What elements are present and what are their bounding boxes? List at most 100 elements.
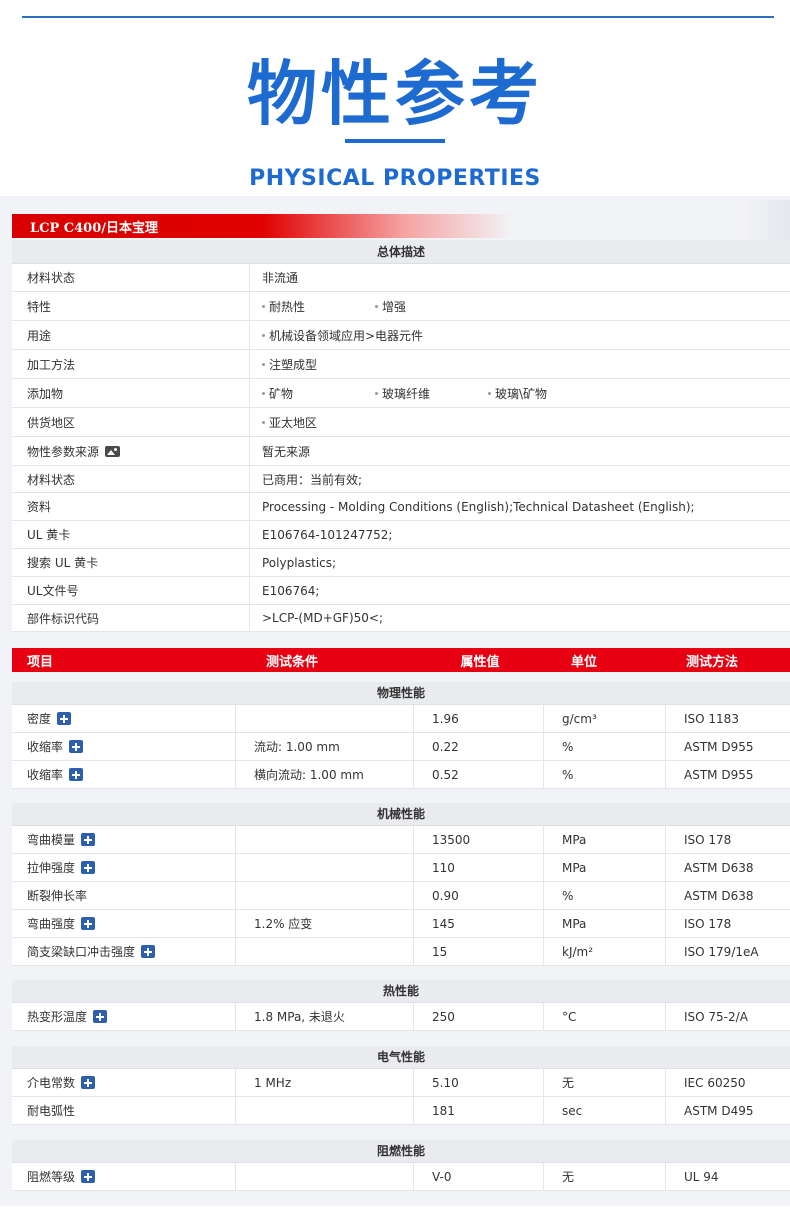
property-method: ISO 75-2/A [684,1009,748,1024]
general-row-label: 搜索 UL 黄卡 [12,549,250,576]
property-method: ISO 178 [684,916,732,931]
property-row: 密度 1.96 g/cm³ ISO 1183 [12,705,790,733]
category-title: 物理性能 [12,682,790,705]
property-name: 断裂伸长率 [27,889,88,903]
general-row-value: Processing - Molding Conditions (English… [250,493,790,520]
bullet-icon [375,391,378,395]
top-rule [22,16,774,18]
property-name: 收缩率 [27,768,64,782]
property-row: 简支梁缺口冲击强度 15 kJ/m² ISO 179/1eA [12,938,790,966]
property-name-cell: 阻燃等级 [12,1163,236,1190]
expand-plus-icon[interactable] [81,1170,96,1183]
property-value: 145 [414,910,544,937]
row-label-text: UL 黄卡 [27,528,71,542]
property-method: ISO 179/1eA [684,944,759,959]
property-category: 阻燃性能 阻燃等级 V-0 无 UL 94 [12,1140,790,1191]
property-row: 热变形温度 1.8 MPa, 未退火 250 °C ISO 75-2/A [12,1003,790,1031]
general-row-label: 加工方法 [12,350,250,378]
bullet-icon [262,391,265,395]
row-label-text: 特性 [27,299,52,314]
general-row-label: UL文件号 [12,577,250,604]
general-row: 材料状态 非流通 [12,264,790,292]
general-row: 材料状态 已商用：当前有效; [12,466,790,493]
property-condition [236,854,414,881]
expand-plus-icon[interactable] [81,861,96,874]
value-item: E106764-101247752; [262,528,392,542]
value-item: 耐热性 [262,298,375,315]
value-text: Processing - Molding Conditions (English… [262,499,695,514]
expand-plus-icon[interactable] [141,945,156,958]
expand-plus-icon[interactable] [69,740,84,753]
expand-plus-icon[interactable] [69,768,84,781]
general-row-value: E106764-101247752; [250,521,790,548]
row-label-text: 添加物 [27,386,64,401]
row-label-text: 资料 [27,500,52,514]
row-label-text: 物性参数来源 [27,444,100,459]
expand-plus-icon[interactable] [81,833,96,846]
expand-plus-icon[interactable] [57,712,72,725]
value-text: 亚太地区 [269,415,318,430]
bullet-icon [375,304,378,308]
category-title: 电气性能 [12,1046,790,1069]
property-unit: % [544,761,666,788]
property-row: 介电常数 1 MHz 5.10 无 IEC 60250 [12,1069,790,1097]
property-name: 热变形温度 [27,1010,88,1024]
category-title: 阻燃性能 [12,1140,790,1163]
general-row-value: 耐热性 增强 [250,292,790,320]
property-method: ISO 1183 [684,711,739,726]
panel-shade [740,200,790,240]
property-condition [236,1097,414,1124]
property-name: 密度 [27,712,52,726]
value-item: 暂无来源 [262,443,310,460]
general-row-value: 非流通 [250,264,790,291]
property-unit: MPa [544,826,666,853]
general-row-label: 物性参数来源 [12,437,250,465]
property-name: 弯曲模量 [27,833,76,847]
general-row-value: 机械设备领域应用>电器元件 [250,321,790,349]
property-name-cell: 收缩率 [12,761,236,788]
row-label-text: 用途 [27,328,52,343]
value-item: >LCP-(MD+GF)50<; [262,611,383,625]
property-value: 0.52 [414,761,544,788]
property-unit: sec [544,1097,666,1124]
property-unit: 无 [544,1163,666,1190]
general-row: 部件标识代码 >LCP-(MD+GF)50<; [12,605,790,632]
general-row-value: E106764; [250,577,790,604]
value-text: Polyplastics; [262,555,337,570]
property-category: 物理性能 密度 1.96 g/cm³ ISO 1183 收缩率 流动: 1.00 mm 0.2… [12,682,790,789]
property-name-cell: 热变形温度 [12,1003,236,1030]
value-item: E106764; [262,584,319,598]
value-item: 机械设备领域应用>电器元件 [262,327,423,344]
property-name: 收缩率 [27,740,64,754]
general-row-label: 供货地区 [12,408,250,436]
value-text: 已商用：当前有效; [262,472,363,487]
expand-plus-icon[interactable] [81,917,96,930]
property-value: V-0 [414,1163,544,1190]
grade-banner: LCP C400/日本宝理 [12,214,512,238]
property-unit: °C [544,1003,666,1030]
title-underline [345,139,445,143]
general-table: 总体描述 材料状态 非流通 特性 耐热性 增强 用途 机械设备领域应用>电器元件 加工方法 注塑… [12,240,790,632]
expand-plus-icon[interactable] [93,1010,108,1023]
property-row: 阻燃等级 V-0 无 UL 94 [12,1163,790,1191]
property-name: 介电常数 [27,1076,76,1090]
property-name-cell: 弯曲模量 [12,826,236,853]
general-row-label: 材料状态 [12,264,250,291]
general-row-value: 矿物 玻璃纤维 玻璃\矿物 [250,379,790,407]
row-label-text: 供货地区 [27,415,76,430]
property-method: IEC 60250 [684,1075,746,1090]
value-text: 注塑成型 [269,357,318,372]
property-method: ASTM D638 [684,860,754,875]
grade-title: LCP C400/日本宝理 [30,221,159,236]
property-name-cell: 耐电弧性 [12,1097,236,1124]
property-name-cell: 拉伸强度 [12,854,236,881]
value-item: 矿物 [262,385,375,402]
general-row-label: 特性 [12,292,250,320]
image-icon[interactable] [105,445,121,457]
bullet-icon [262,304,265,308]
property-row: 拉伸强度 110 MPa ASTM D638 [12,854,790,882]
property-unit: % [544,882,666,909]
expand-plus-icon[interactable] [81,1076,96,1089]
value-text: E106764-101247752; [262,527,393,542]
property-name-cell: 收缩率 [12,733,236,760]
